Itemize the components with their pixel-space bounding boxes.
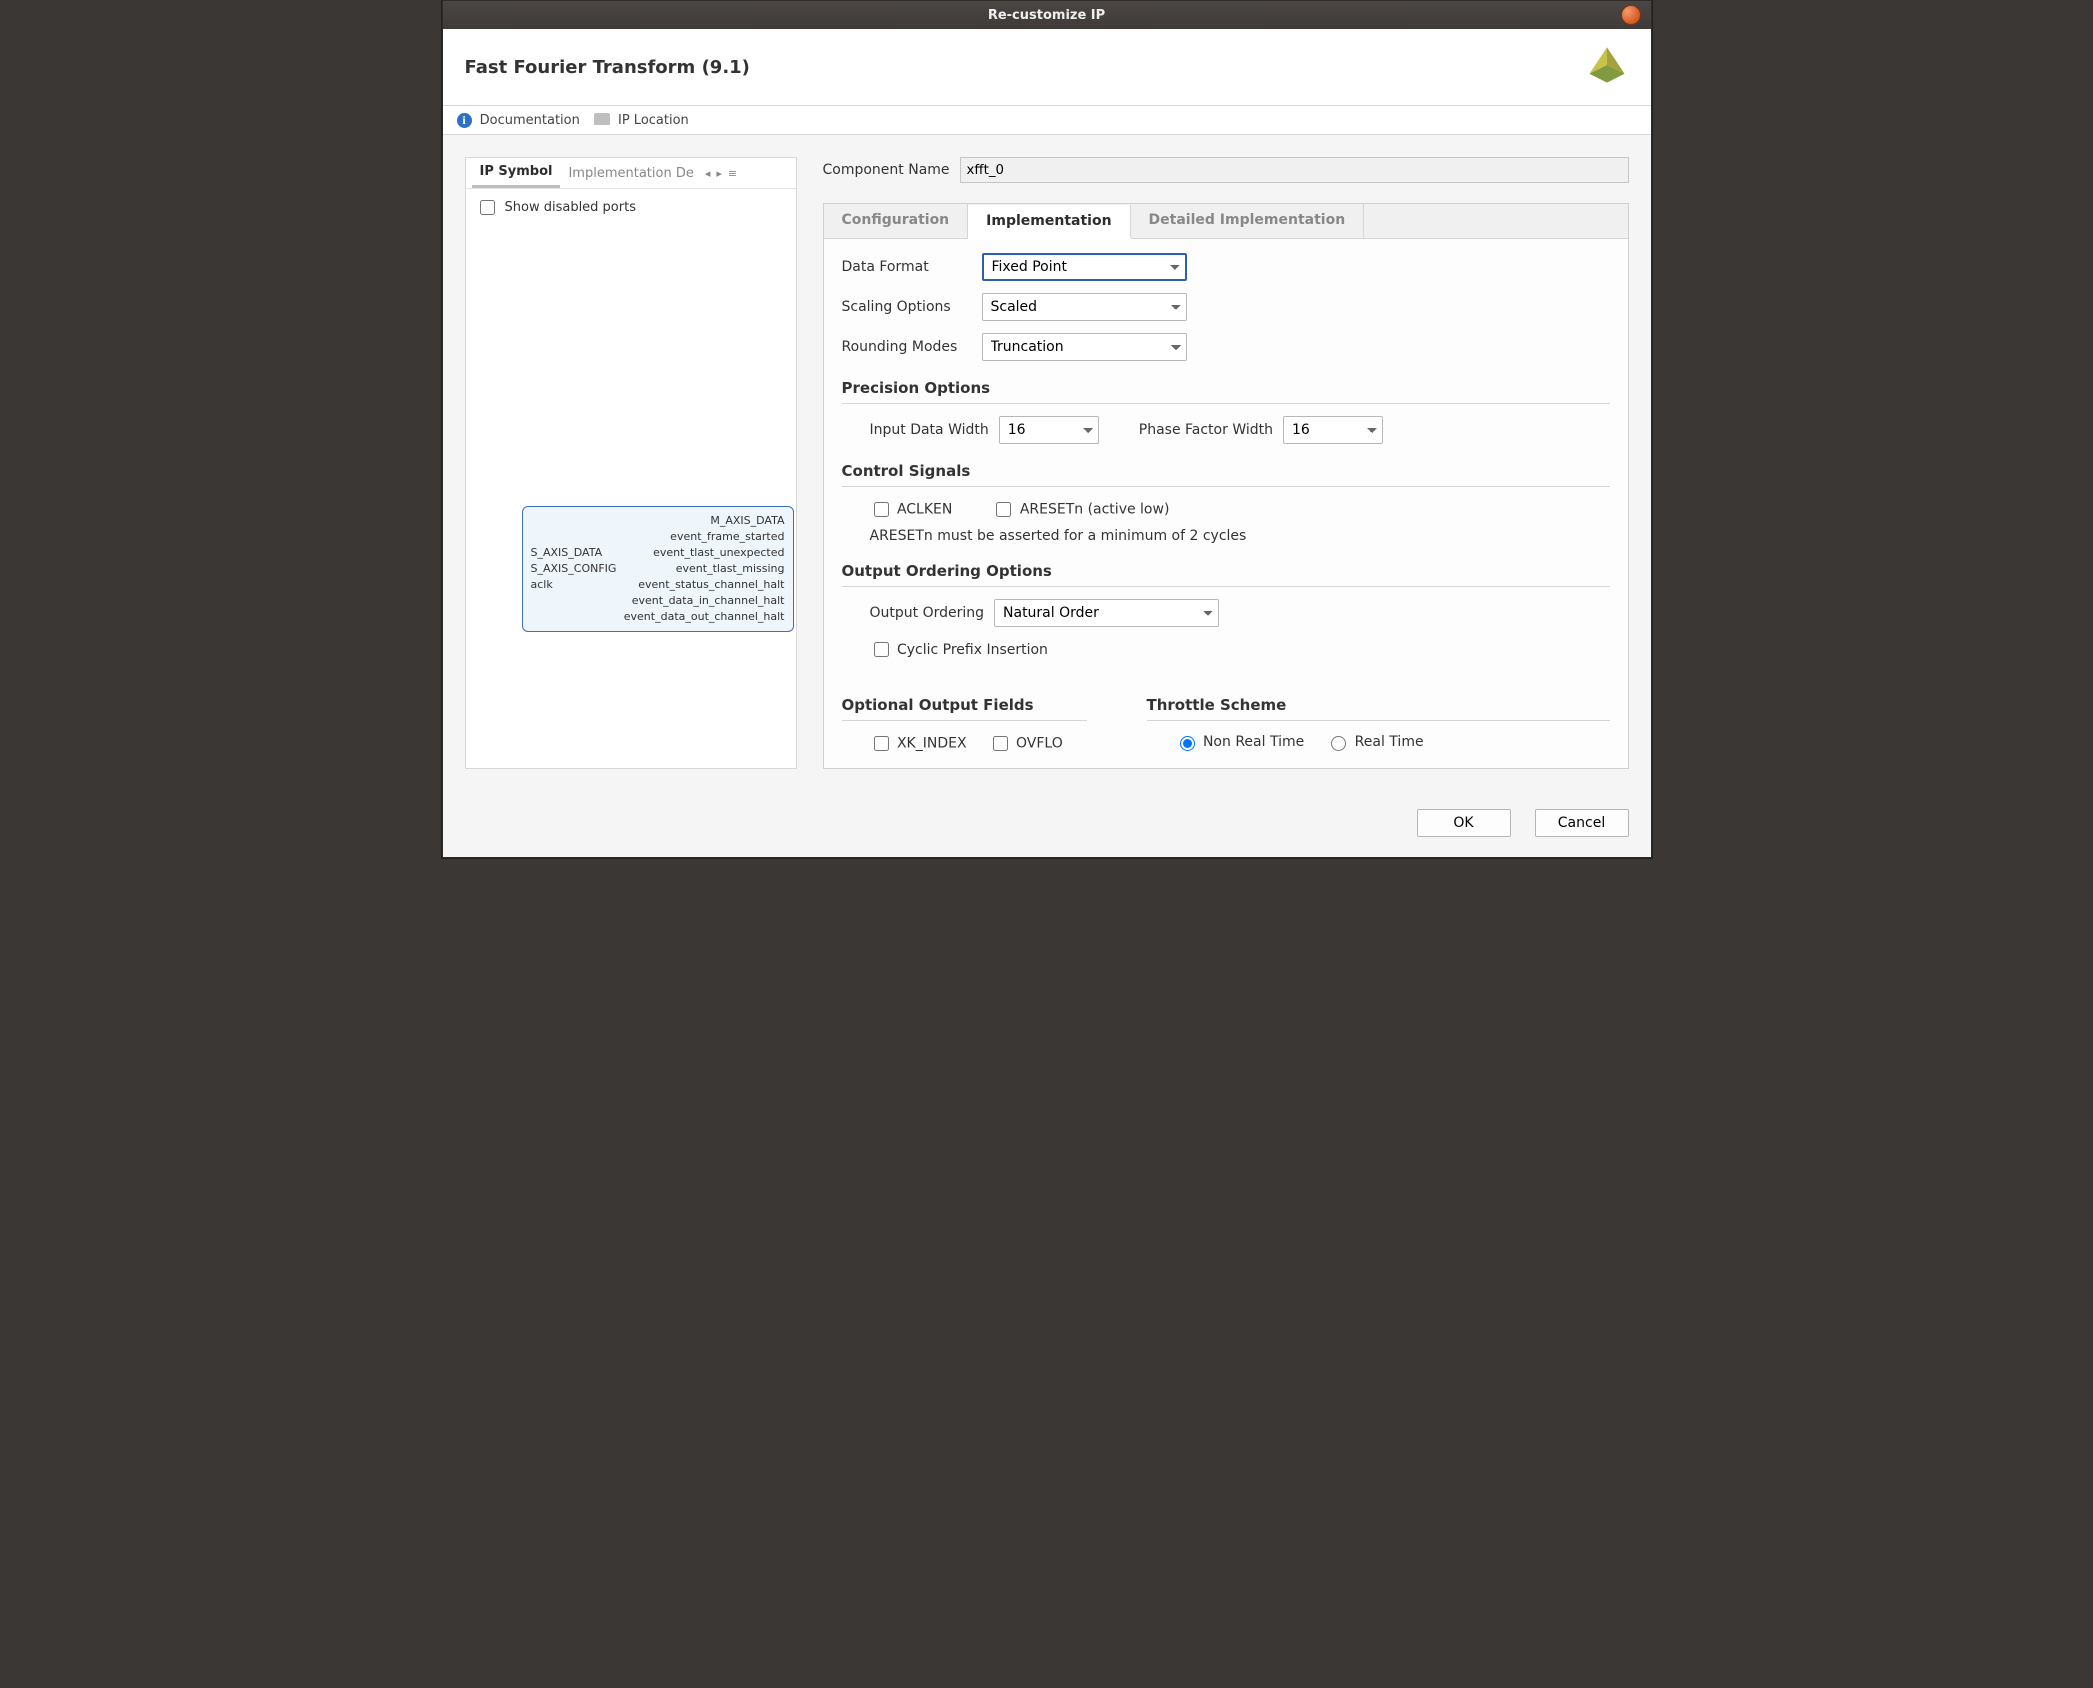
xk-index-input[interactable] (874, 736, 889, 751)
show-disabled-ports-input[interactable] (480, 200, 495, 215)
tab-detailed-implementation[interactable]: Detailed Implementation (1131, 204, 1365, 238)
realtime-label: Real Time (1355, 734, 1424, 750)
ovflo-input[interactable] (993, 736, 1008, 751)
ip-symbol-block: M_AXIS_DATA event_frame_started S_AXIS_D… (522, 506, 794, 632)
tab-implementation-details[interactable]: Implementation De (560, 160, 701, 187)
output-ordering-label: Output Ordering (870, 605, 985, 621)
output-ordering-title: Output Ordering Options (842, 562, 1610, 580)
folder-icon (594, 113, 610, 125)
ovflo-label: OVFLO (1016, 736, 1063, 752)
aclken-label: ACLKEN (897, 502, 952, 518)
aclken-checkbox[interactable]: ACLKEN (870, 499, 953, 520)
tab-scroll-right-icon[interactable]: ▸ (713, 165, 725, 182)
optional-output-fields-rule (842, 720, 1087, 721)
output-ordering-select[interactable]: Natural Order (994, 599, 1219, 627)
rounding-modes-label: Rounding Modes (842, 339, 982, 355)
cyclic-prefix-label: Cyclic Prefix Insertion (897, 642, 1048, 658)
aresetn-input[interactable] (996, 502, 1011, 517)
realtime-radio[interactable]: Real Time (1326, 733, 1423, 751)
documentation-link[interactable]: i Documentation (457, 113, 580, 128)
cyclic-prefix-checkbox[interactable]: Cyclic Prefix Insertion (870, 642, 1048, 658)
cyclic-prefix-input[interactable] (874, 642, 889, 657)
show-disabled-ports-checkbox[interactable]: Show disabled ports (466, 189, 796, 226)
port-event-tlast-missing: event_tlast_missing (676, 561, 785, 577)
throttle-scheme-rule (1147, 720, 1610, 721)
ip-location-link[interactable]: IP Location (594, 112, 689, 128)
dialog-body: IP Symbol Implementation De ◂ ▸ ≡ Show d… (443, 135, 1651, 791)
port-s-axis-data: S_AXIS_DATA (531, 545, 603, 561)
ok-button[interactable]: OK (1417, 809, 1511, 837)
dialog-footer: OK Cancel (443, 791, 1651, 857)
xk-index-label: XK_INDEX (897, 736, 967, 752)
tab-menu-icon[interactable]: ≡ (725, 165, 740, 182)
recustomize-ip-window: Re-customize IP Fast Fourier Transform (… (442, 0, 1652, 858)
port-event-frame-started: event_frame_started (670, 529, 784, 545)
close-icon[interactable] (1621, 5, 1641, 25)
aresetn-note: ARESETn must be asserted for a minimum o… (842, 528, 1610, 544)
ovflo-checkbox[interactable]: OVFLO (989, 733, 1063, 754)
implementation-tab-body: Data Format Fixed Point Scaling Options … (824, 239, 1628, 758)
port-event-status-channel-halt: event_status_channel_halt (638, 577, 784, 593)
aresetn-checkbox[interactable]: ARESETn (active low) (992, 499, 1169, 520)
precision-options-rule (842, 403, 1610, 404)
cancel-button[interactable]: Cancel (1535, 809, 1629, 837)
port-event-tlast-unexpected: event_tlast_unexpected (653, 545, 784, 561)
aresetn-label: ARESETn (active low) (1020, 502, 1170, 518)
port-s-axis-config: S_AXIS_CONFIG (531, 561, 617, 577)
data-format-select[interactable]: Fixed Point (982, 253, 1187, 281)
component-name-row: Component Name (823, 157, 1629, 183)
info-icon: i (457, 113, 472, 128)
ip-location-label: IP Location (618, 113, 689, 128)
input-data-width-select[interactable]: 16 (999, 416, 1099, 444)
port-aclk: aclk (531, 577, 553, 593)
show-disabled-ports-label: Show disabled ports (505, 200, 636, 215)
throttle-scheme-title: Throttle Scheme (1147, 696, 1610, 714)
left-panel: IP Symbol Implementation De ◂ ▸ ≡ Show d… (465, 157, 797, 769)
tab-scroll-left-icon[interactable]: ◂ (702, 165, 714, 182)
phase-factor-width-label: Phase Factor Width (1139, 422, 1273, 438)
tab-ip-symbol[interactable]: IP Symbol (472, 158, 561, 188)
data-format-label: Data Format (842, 259, 982, 275)
component-name-input[interactable] (960, 157, 1629, 183)
ip-symbol-canvas: M_AXIS_DATA event_frame_started S_AXIS_D… (466, 226, 796, 768)
ip-header: Fast Fourier Transform (9.1) (443, 29, 1651, 106)
left-tabstrip: IP Symbol Implementation De ◂ ▸ ≡ (466, 158, 796, 189)
window-title: Re-customize IP (443, 8, 1651, 23)
tab-configuration[interactable]: Configuration (824, 204, 969, 238)
xk-index-checkbox[interactable]: XK_INDEX (870, 733, 967, 754)
port-event-data-in-channel-halt: event_data_in_channel_halt (632, 593, 785, 609)
aclken-input[interactable] (874, 502, 889, 517)
scaling-options-label: Scaling Options (842, 299, 982, 315)
realtime-input[interactable] (1331, 736, 1346, 751)
port-event-data-out-channel-halt: event_data_out_channel_halt (624, 609, 785, 625)
documentation-label: Documentation (480, 113, 580, 128)
port-m-axis-data: M_AXIS_DATA (710, 513, 784, 529)
config-tabstrip: Configuration Implementation Detailed Im… (824, 204, 1628, 239)
output-ordering-rule (842, 586, 1610, 587)
right-panel: Component Name Configuration Implementat… (823, 157, 1629, 769)
non-realtime-radio[interactable]: Non Real Time (1175, 733, 1305, 751)
ip-title: Fast Fourier Transform (9.1) (465, 57, 1585, 78)
non-realtime-label: Non Real Time (1203, 734, 1304, 750)
input-data-width-label: Input Data Width (870, 422, 989, 438)
scaling-options-select[interactable]: Scaled (982, 293, 1187, 321)
optional-output-fields-title: Optional Output Fields (842, 696, 1087, 714)
component-name-label: Component Name (823, 162, 950, 178)
rounding-modes-select[interactable]: Truncation (982, 333, 1187, 361)
toolbar: i Documentation IP Location (443, 106, 1651, 135)
non-realtime-input[interactable] (1180, 736, 1195, 751)
precision-options-title: Precision Options (842, 379, 1610, 397)
control-signals-rule (842, 486, 1610, 487)
control-signals-title: Control Signals (842, 462, 1610, 480)
config-box: Configuration Implementation Detailed Im… (823, 203, 1629, 769)
titlebar: Re-customize IP (443, 1, 1651, 29)
tab-implementation[interactable]: Implementation (968, 205, 1130, 239)
phase-factor-width-select[interactable]: 16 (1283, 416, 1383, 444)
vivado-logo-icon (1585, 43, 1629, 91)
